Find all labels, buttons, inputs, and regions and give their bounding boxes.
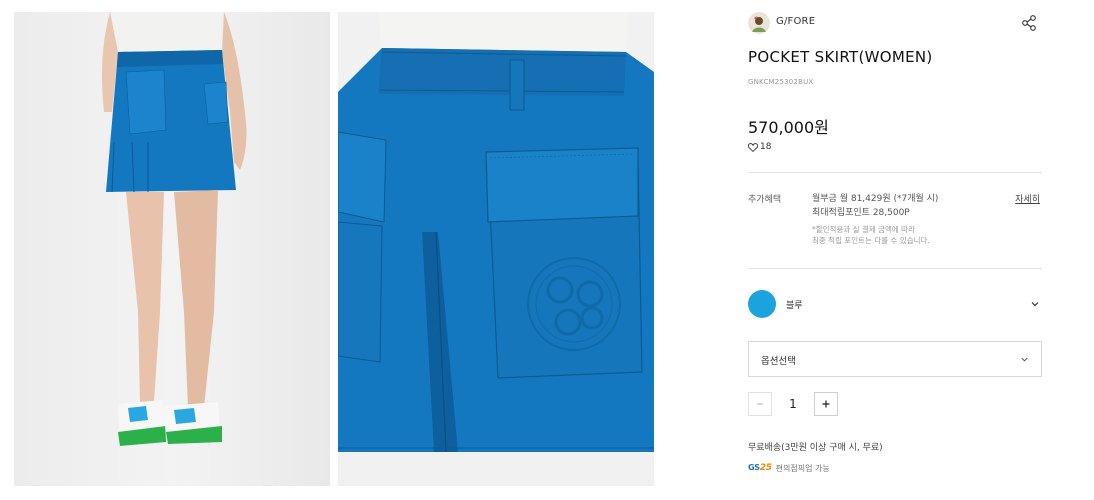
product-title: POCKET SKIRT(WOMEN) bbox=[748, 48, 933, 66]
benefit-detail-link[interactable]: 자세히 bbox=[1015, 192, 1040, 205]
quantity-value[interactable]: 1 bbox=[772, 392, 814, 416]
quantity-increase-button[interactable] bbox=[814, 392, 838, 416]
benefit-label: 추가혜택 bbox=[748, 195, 782, 205]
heart-icon bbox=[748, 142, 758, 152]
product-image-pocket-detail[interactable] bbox=[338, 12, 654, 486]
product-code: GNKCM25302BUX bbox=[748, 78, 814, 86]
like-button[interactable]: 18 bbox=[748, 142, 771, 152]
skirt-back-illustration bbox=[102, 12, 247, 446]
brand-name[interactable]: G/FORE bbox=[776, 16, 815, 27]
color-name: 블루 bbox=[786, 301, 803, 311]
convenience-store-pickup[interactable]: GS 25 편의점픽업 가능 bbox=[748, 462, 830, 474]
brand-row: G/FORE bbox=[748, 12, 1042, 34]
color-selector[interactable]: 블루 bbox=[748, 290, 1042, 318]
brand-logo[interactable] bbox=[748, 12, 770, 34]
installment-text: 월부금 월 81,429원 (*7개월 시) bbox=[812, 194, 939, 204]
color-swatch[interactable] bbox=[748, 290, 776, 318]
chevron-down-icon bbox=[1021, 357, 1028, 362]
product-price: 570,000원 bbox=[748, 118, 829, 137]
points-note-line-2: 최종 적립 포인트는 다를 수 있습니다. bbox=[812, 236, 930, 245]
product-info-panel: G/FORE POCKET SKIRT(WOMEN) GNKCM25302BUX… bbox=[748, 0, 1042, 500]
divider bbox=[748, 268, 1042, 269]
pickup-text: 편의점픽업 가능 bbox=[775, 463, 830, 473]
skirt-detail-illustration bbox=[338, 12, 654, 453]
quantity-decrease-button[interactable] bbox=[748, 392, 772, 416]
plus-icon bbox=[822, 400, 830, 408]
quantity-stepper: 1 bbox=[748, 392, 868, 416]
option-select-label: 옵션선택 bbox=[761, 356, 796, 367]
shipping-info: 무료배송(3만원 이상 구매 시, 무료) bbox=[748, 443, 883, 453]
minus-icon bbox=[757, 403, 763, 405]
max-points-text: 최대적립포인트 28,500P bbox=[812, 208, 910, 218]
benefit-details: 월부금 월 81,429원 (*7개월 시) 최대적립포인트 28,500P *… bbox=[812, 192, 1012, 246]
chevron-down-icon[interactable] bbox=[1030, 299, 1040, 309]
gs25-logo: GS 25 bbox=[748, 463, 772, 473]
points-note-line-1: *할인적용과 실 결제 금액에 따라 bbox=[812, 225, 915, 234]
brand-logo-icon bbox=[748, 12, 770, 34]
product-image-back-view[interactable] bbox=[14, 12, 330, 486]
share-icon[interactable] bbox=[1020, 14, 1038, 32]
divider bbox=[748, 172, 1042, 173]
like-count: 18 bbox=[760, 142, 772, 152]
option-select[interactable]: 옵션선택 bbox=[748, 341, 1042, 377]
